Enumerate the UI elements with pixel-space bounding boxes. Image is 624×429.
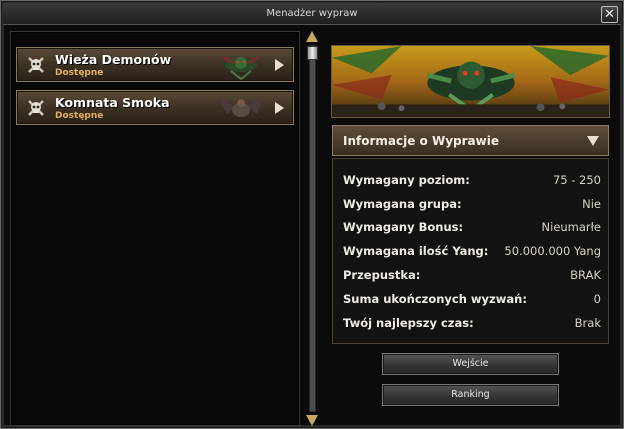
info-value: 75 - 250 bbox=[552, 173, 601, 187]
dungeon-banner-image bbox=[331, 45, 610, 118]
scroll-thumb[interactable] bbox=[307, 46, 318, 60]
info-row-required-level: Wymagany poziom: 75 - 250 bbox=[343, 173, 601, 189]
info-label: Wymagany poziom: bbox=[343, 173, 470, 187]
dungeon-item-demon-tower[interactable]: Wieża Demonów Dostępne bbox=[16, 47, 294, 82]
info-section-header[interactable]: Informacje o Wyprawie bbox=[332, 125, 609, 156]
info-label: Wymagana grupa: bbox=[343, 197, 462, 211]
dungeon-status: Dostępne bbox=[55, 68, 104, 78]
info-label: Wymagana ilość Yang: bbox=[343, 244, 489, 258]
enter-button[interactable]: Wejście bbox=[382, 353, 559, 375]
info-value: Brak bbox=[574, 316, 601, 330]
info-label: Twój najlepszy czas: bbox=[343, 316, 474, 330]
dragon-thumbnail bbox=[219, 96, 263, 117]
info-row-required-group: Wymagana grupa: Nie bbox=[343, 197, 601, 213]
title-bar[interactable]: Menadżer wypraw ✕ bbox=[3, 3, 621, 25]
dungeon-name: Wieża Demonów bbox=[55, 52, 172, 67]
dungeon-details-panel: Informacje o Wyprawie Wymagany poziom: 7… bbox=[327, 41, 615, 422]
dungeon-manager-window: Menadżer wypraw ✕ Wieża Demonów Dostępne bbox=[0, 0, 624, 429]
dungeon-list: Wieża Demonów Dostępne Komnata Smoka Dos… bbox=[10, 31, 300, 426]
scroll-track[interactable] bbox=[309, 45, 316, 412]
info-label: Suma ukończonych wyzwań: bbox=[343, 292, 527, 306]
scroll-up-arrow-icon[interactable] bbox=[306, 31, 318, 42]
chevron-down-icon[interactable] bbox=[587, 136, 599, 146]
play-arrow-icon bbox=[275, 102, 284, 114]
skull-icon bbox=[28, 100, 44, 116]
scroll-down-arrow-icon[interactable] bbox=[306, 415, 318, 426]
close-button[interactable]: ✕ bbox=[601, 6, 618, 23]
info-row-pass: Przepustka: BRAK bbox=[343, 268, 601, 284]
dungeon-name: Komnata Smoka bbox=[55, 95, 170, 110]
info-value: 0 bbox=[593, 292, 601, 306]
dungeon-item-dragon-chamber[interactable]: Komnata Smoka Dostępne bbox=[16, 90, 294, 125]
info-label: Wymagany Bonus: bbox=[343, 220, 464, 234]
ranking-button[interactable]: Ranking bbox=[382, 384, 559, 406]
info-value: BRAK bbox=[570, 268, 601, 282]
info-label: Przepustka: bbox=[343, 268, 421, 282]
dungeon-info-box: Wymagany poziom: 75 - 250 Wymagana grupa… bbox=[332, 158, 609, 344]
skull-icon bbox=[28, 57, 44, 73]
window-title: Menadżer wypraw bbox=[266, 8, 358, 19]
info-row-required-yang: Wymagana ilość Yang: 50.000.000 Yang bbox=[343, 244, 601, 260]
dungeon-status: Dostępne bbox=[55, 111, 104, 121]
info-row-required-bonus: Wymagany Bonus: Nieumarłe bbox=[343, 220, 601, 236]
play-arrow-icon bbox=[275, 59, 284, 71]
info-value: 50.000.000 Yang bbox=[504, 244, 601, 258]
demon-tower-thumbnail bbox=[222, 55, 260, 80]
info-row-best-time: Twój najlepszy czas: Brak bbox=[343, 316, 601, 332]
info-row-completed-challenges: Suma ukończonych wyzwań: 0 bbox=[343, 292, 601, 308]
info-section-title: Informacje o Wyprawie bbox=[343, 134, 499, 148]
info-value: Nie bbox=[582, 197, 601, 211]
info-value: Nieumarłe bbox=[541, 220, 601, 234]
list-scrollbar[interactable] bbox=[305, 31, 320, 426]
